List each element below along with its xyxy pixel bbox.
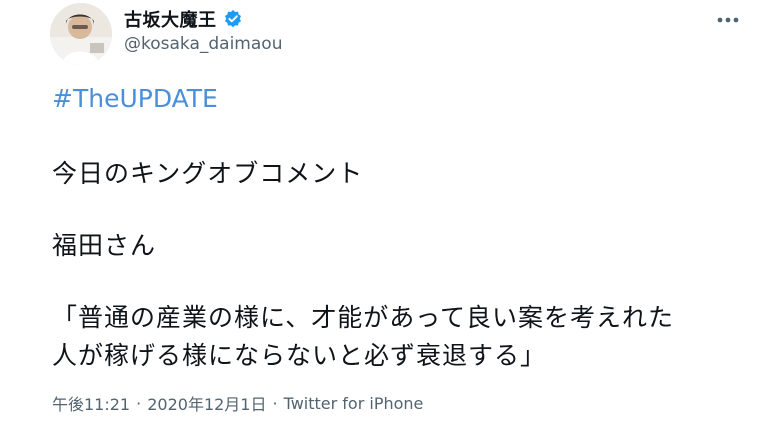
user-handle[interactable]: @kosaka_daimaou xyxy=(124,34,282,54)
tweet-text-line: 「普通の産業の様に、才能があって良い案を考えれた xyxy=(52,303,675,332)
tweet-card: 古坂大魔王 @kosaka_daimaou #TheUPDATE 今日のキングオ… xyxy=(0,0,768,432)
user-avatar-photo xyxy=(50,3,112,65)
more-options-button[interactable] xyxy=(714,10,742,30)
tweet-meta: 午後11:21 · 2020年12月1日 · Twitter for iPhon… xyxy=(52,391,423,415)
tweet-time[interactable]: 午後11:21 xyxy=(52,391,130,415)
verified-badge-icon xyxy=(223,9,243,29)
tweet-text-line: 人が稼げる様にならないと必ず衰退する」 xyxy=(52,341,547,370)
more-horizontal-icon xyxy=(717,17,739,23)
tweet-text-line: 今日のキングオブコメント xyxy=(52,159,364,188)
tweet-source-link[interactable]: Twitter for iPhone xyxy=(284,394,424,413)
hashtag-link[interactable]: #TheUPDATE xyxy=(52,84,218,113)
meta-separator: · xyxy=(272,393,278,413)
name-row: 古坂大魔王 xyxy=(124,6,243,32)
tweet-text-line: 福田さん xyxy=(52,231,157,260)
user-avatar[interactable] xyxy=(50,3,112,65)
tweet-date[interactable]: 2020年12月1日 xyxy=(147,391,266,415)
meta-separator: · xyxy=(136,393,142,413)
display-name[interactable]: 古坂大魔王 xyxy=(124,6,217,32)
